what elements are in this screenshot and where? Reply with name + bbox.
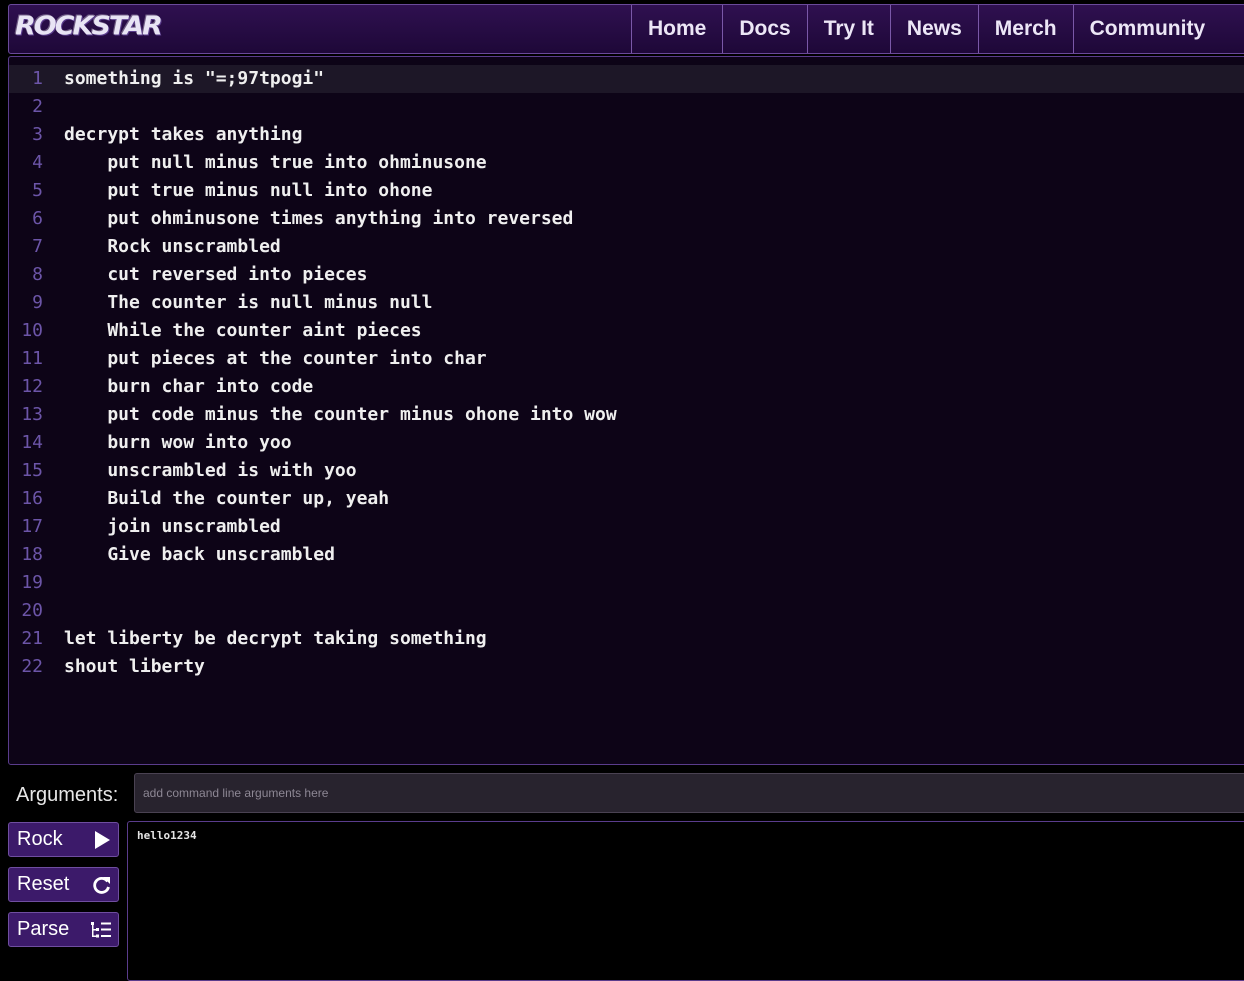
line-text: The counter is null minus null [64,292,433,313]
rock-button-label: Rock [17,828,63,850]
line-number: 22 [21,656,43,677]
arguments-label: Arguments: [16,784,119,806]
code-line[interactable]: 10 While the counter aint pieces [9,317,1244,345]
nav-docs[interactable]: Docs [722,5,806,53]
code-line[interactable]: 4 put null minus true into ohminusone [9,149,1244,177]
code-line[interactable]: 17 join unscrambled [9,513,1244,541]
line-text: put true minus null into ohone [64,180,433,201]
line-text: put pieces at the counter into char [64,348,487,369]
code-line[interactable]: 1 something is "=;97tpogi" [9,65,1244,93]
line-number: 11 [21,348,43,369]
line-number: 12 [21,376,43,397]
line-text: let liberty be decrypt taking something [64,628,487,649]
output-panel: hello1234 [127,821,1244,981]
line-number: 6 [32,208,43,229]
line-text: burn wow into yoo [64,432,292,453]
code-line[interactable]: 13 put code minus the counter minus ohon… [9,401,1244,429]
parse-button[interactable]: Parse [8,912,119,947]
code-line[interactable]: 15 unscrambled is with yoo [9,457,1244,485]
line-text: join unscrambled [64,516,281,537]
line-text: Build the counter up, yeah [64,488,390,509]
tree-list-icon [90,920,112,940]
line-text: put ohminusone times anything into rever… [64,208,574,229]
line-number: 4 [32,152,43,173]
main-nav: Home Docs Try It News Merch Community [631,5,1221,53]
line-number: 18 [21,544,43,565]
line-number: 3 [32,124,43,145]
nav-news[interactable]: News [889,5,978,53]
line-number: 21 [21,628,43,649]
code-line[interactable]: 3 decrypt takes anything [9,121,1244,149]
line-number: 10 [21,320,43,341]
line-text: something is "=;97tpogi" [64,68,325,89]
parse-button-label: Parse [17,918,70,940]
code-line[interactable]: 14 burn wow into yoo [9,429,1244,457]
nav-community[interactable]: Community [1072,5,1222,53]
code-line[interactable]: 6 put ohminusone times anything into rev… [9,205,1244,233]
line-text: put null minus true into ohminusone [64,152,487,173]
line-text: Give back unscrambled [64,544,335,565]
line-text: While the counter aint pieces [64,320,422,341]
line-text: burn char into code [64,376,314,397]
reset-button[interactable]: Reset [8,867,119,902]
line-text: cut reversed into pieces [64,264,368,285]
nav-home[interactable]: Home [631,5,722,53]
reset-button-label: Reset [17,873,70,895]
code-line[interactable]: 7 Rock unscrambled [9,233,1244,261]
code-line[interactable]: 21 let liberty be decrypt taking somethin… [9,625,1244,653]
code-line[interactable]: 19 [9,569,1244,597]
line-number: 1 [32,68,43,89]
code-line[interactable]: 20 [9,597,1244,625]
line-number: 19 [21,572,43,593]
code-line[interactable]: 18 Give back unscrambled [9,541,1244,569]
rock-button[interactable]: Rock [8,822,119,857]
code-line[interactable]: 8 cut reversed into pieces [9,261,1244,289]
line-number: 13 [21,404,43,425]
line-number: 2 [32,96,43,117]
nav-try-it[interactable]: Try It [806,5,890,53]
code-line[interactable]: 22 shout liberty [9,653,1244,681]
line-number: 8 [32,264,43,285]
line-number: 14 [21,432,43,453]
arguments-input[interactable] [134,773,1244,813]
code-line[interactable]: 16 Build the counter up, yeah [9,485,1244,513]
rockstar-logo[interactable]: ROCKSTAR [15,12,163,41]
code-line[interactable]: 12 burn char into code [9,373,1244,401]
code-line[interactable]: 9 The counter is null minus null [9,289,1244,317]
line-text: decrypt takes anything [64,124,303,145]
line-number: 17 [21,516,43,537]
code-line[interactable]: 2 [9,93,1244,121]
line-text: Rock unscrambled [64,236,281,257]
line-number: 16 [21,488,43,509]
line-text: put code minus the counter minus ohone i… [64,404,617,425]
code-line[interactable]: 11 put pieces at the counter into char [9,345,1244,373]
top-navbar: ROCKSTAR Home Docs Try It News Merch Com… [8,4,1244,54]
code-line[interactable]: 5 put true minus null into ohone [9,177,1244,205]
refresh-icon [92,875,112,895]
line-text: unscrambled is with yoo [64,460,357,481]
line-number: 9 [32,292,43,313]
line-number: 7 [32,236,43,257]
line-text: shout liberty [64,656,205,677]
line-number: 20 [21,600,43,621]
line-number: 5 [32,180,43,201]
play-icon [92,830,112,850]
line-number: 15 [21,460,43,481]
code-editor[interactable]: 1 something is "=;97tpogi" 2 3 decrypt takes… [8,56,1244,765]
nav-merch[interactable]: Merch [977,5,1073,53]
